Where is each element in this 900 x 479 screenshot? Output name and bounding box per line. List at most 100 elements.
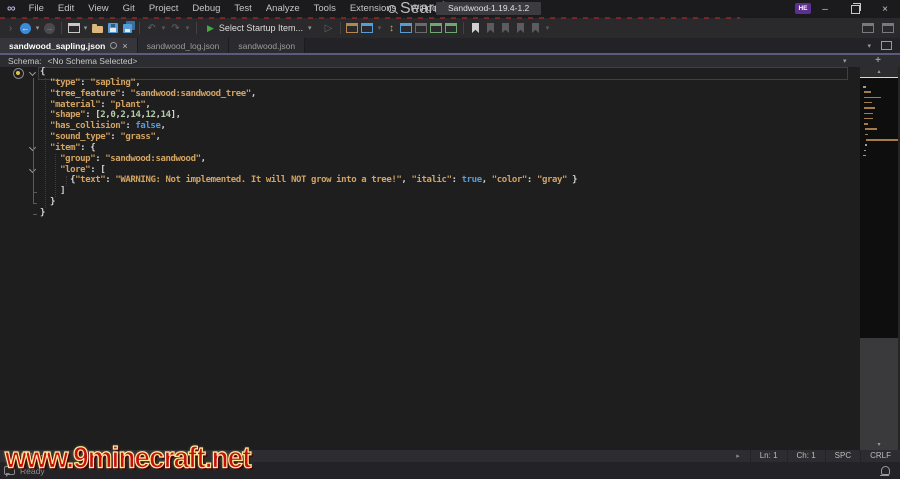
menu-view[interactable]: View [81,0,115,18]
undo-dropdown[interactable]: ▾ [160,20,167,36]
code-line-6[interactable]: "has_collision": false, [40,121,577,132]
quick-actions-lightbulb-icon[interactable] [13,68,24,79]
menu-git[interactable]: Git [116,0,142,18]
tab-pin-icon[interactable] [110,42,118,49]
fold-collapse-icon[interactable] [28,68,37,76]
scrollbar-column[interactable]: ▴ ▾ [860,67,899,450]
minimap-line-mark [863,123,868,125]
toggle-bookmark-icon [471,23,479,33]
navigate-forward-icon[interactable]: → [43,20,56,36]
toolbar-overflow-start-icon[interactable]: › [4,20,17,36]
code-text[interactable]: { "type": "sapling", "tree_feature": "sa… [40,67,578,219]
toolbar: › ← ▾ → ▾ ↶ ▾ ↷ ▾ ▶ Select Startup Item... ▾ ▷ ▾ ↕ ▾ [0,18,900,38]
code-line-8[interactable]: "item": { [40,143,577,154]
navigate-backward-icon[interactable]: ← [19,20,32,36]
open-folder-icon [92,23,103,33]
close-button[interactable]: × [870,0,900,18]
tab-close-icon[interactable]: × [122,41,127,51]
code-line-14[interactable]: } [40,208,577,219]
new-project-icon[interactable] [67,20,80,36]
scroll-down-icon[interactable]: ▾ [860,441,898,448]
schema-dropdown-caret-icon[interactable]: ▾ [843,57,847,65]
minimize-button[interactable]: – [810,0,840,18]
start-without-debugging-icon[interactable]: ▷ [322,20,335,36]
code-line-11[interactable]: {"text": "WARNING: Not implemented. It w… [40,175,577,186]
save-icon[interactable] [106,20,119,36]
code-editor[interactable]: { "type": "sapling", "tree_feature": "sa… [0,67,900,450]
minimap[interactable] [860,77,899,338]
code-line-5[interactable]: "shape": [2,0,2,14,12,14], [40,110,577,121]
pin-window-icon[interactable] [882,23,894,33]
code-line-13[interactable]: } [40,197,577,208]
copy-outline-icon [415,23,428,33]
new-project-icon [67,23,80,33]
attach-to-process-icon[interactable] [346,20,359,36]
document-tab-bar: sandwood_sapling.json × sandwood_log.json s… [0,38,900,53]
code-line-3[interactable]: "tree_feature": "sandwood:sandwood_tree"… [40,89,577,100]
schema-selector[interactable]: <No Schema Selected> [48,56,138,66]
save-all-icon[interactable] [121,20,134,36]
line-indicator[interactable]: Ln: 1 [749,450,787,462]
char-indicator[interactable]: Ch: 1 [786,450,825,462]
insert-mode-indicator[interactable]: SPC [824,450,860,462]
account-avatar[interactable]: HE [795,3,811,14]
start-debug-button[interactable]: ▶ Select Startup Item... ▾ [201,23,321,34]
clear-bookmarks-icon[interactable] [514,20,527,36]
indent-guide [44,77,46,209]
line-ending-indicator[interactable]: CRLF [860,450,900,462]
code-layer: { "type": "sapling", "tree_feature": "sa… [0,67,852,450]
tab-label: sandwood_sapling.json [9,40,106,51]
preview-window-dropdown[interactable]: ▾ [376,20,383,36]
window-green-2-icon[interactable] [445,20,458,36]
float-window-icon[interactable] [881,41,892,50]
menu-test[interactable]: Test [227,0,258,18]
toolbar-separator [339,22,341,34]
code-line-7[interactable]: "sound_type": "grass", [40,132,577,143]
window-green-2-icon [445,23,458,33]
open-documents-dropdown-icon[interactable]: ▾ [867,42,871,50]
tab-sandwood-json[interactable]: sandwood.json [229,38,306,53]
open-folder-icon[interactable] [91,20,104,36]
undo-icon[interactable]: ↶ [145,20,158,36]
copy-outline-icon[interactable] [415,20,428,36]
toolbar-separator [61,22,62,34]
new-project-dropdown[interactable]: ▾ [82,20,89,36]
minimap-line-mark [863,117,874,120]
code-line-1[interactable]: { [40,67,577,78]
preview-window-icon[interactable] [361,20,374,36]
code-line-10[interactable]: "lore": [ [40,165,577,176]
redo-dropdown[interactable]: ▾ [184,20,191,36]
menu-debug[interactable]: Debug [185,0,227,18]
restore-button[interactable] [840,0,870,18]
indent-guide [55,153,56,198]
menu-file[interactable]: File [22,0,51,18]
next-bookmark-icon[interactable] [499,20,512,36]
toggle-bookmark-icon[interactable] [469,20,482,36]
send-feedback-icon[interactable] [862,23,874,33]
code-line-2[interactable]: "type": "sapling", [40,78,577,89]
tab-sandwood_log-json[interactable]: sandwood_log.json [137,38,230,53]
menu-edit[interactable]: Edit [51,0,81,18]
menu-project[interactable]: Project [142,0,186,18]
menu-tools[interactable]: Tools [307,0,343,18]
code-line-12[interactable]: ] [40,186,577,197]
redo-icon[interactable]: ↷ [169,20,182,36]
menu-analyze[interactable]: Analyze [259,0,307,18]
pointer-select-icon[interactable] [400,20,413,36]
minimap-line-mark [863,149,867,152]
pointer-select-icon [400,23,413,33]
prev-bookmark-icon[interactable] [484,20,497,36]
navigate-updown-icon[interactable]: ↕ [385,20,398,36]
tab-sandwood_sapling-json[interactable]: sandwood_sapling.json × [0,38,138,53]
code-line-9[interactable]: "group": "sandwood:sandwood", [40,154,577,165]
scroll-up-icon[interactable]: ▴ [860,67,898,77]
split-editor-handle[interactable]: + [869,55,887,66]
navigate-backward-dropdown[interactable]: ▾ [34,20,41,36]
scroll-right-icon[interactable]: ▸ [736,452,740,460]
window-green-icon[interactable] [430,20,443,36]
bookmark-window-icon[interactable] [529,20,542,36]
toolbar-options-dropdown[interactable]: ▾ [544,20,551,36]
notifications-bell-icon[interactable] [880,466,890,476]
code-line-4[interactable]: "material": "plant", [40,100,577,111]
visual-studio-window: ∞ File Edit View Git Project Debug Test Analyze… [0,0,900,479]
